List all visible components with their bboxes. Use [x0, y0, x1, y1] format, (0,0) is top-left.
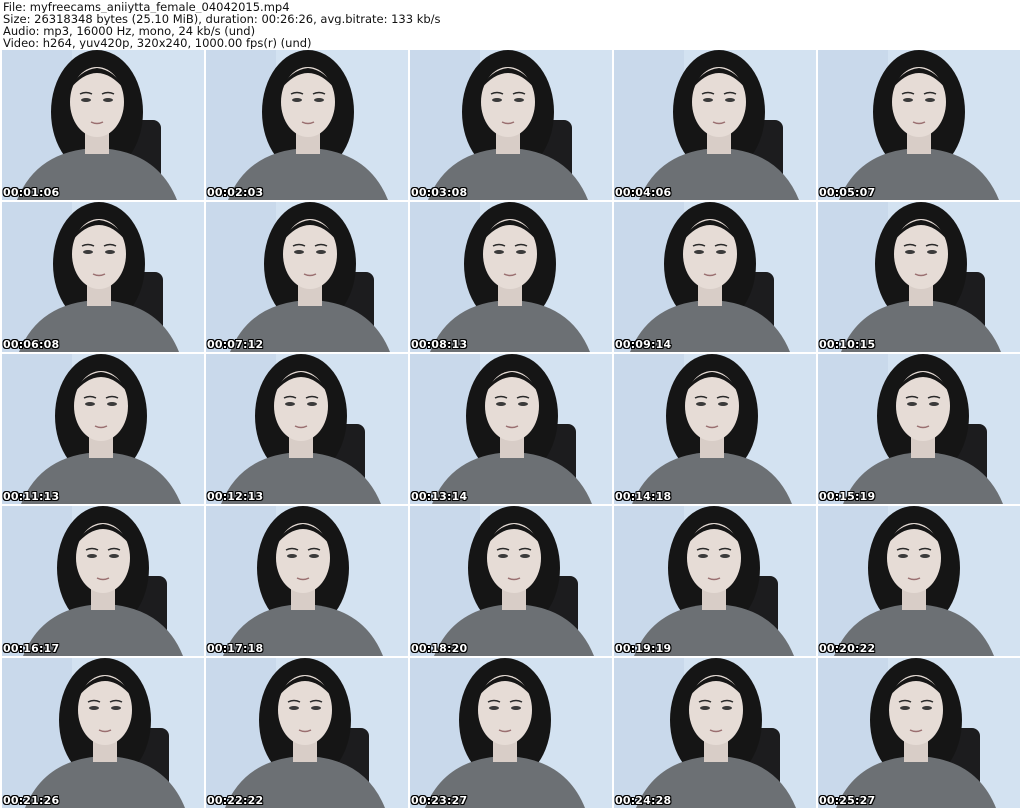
thumbnail-timestamp: 00:15:19: [819, 490, 876, 503]
webcam-frame-image: [410, 506, 612, 656]
webcam-frame-image: [2, 50, 204, 200]
thumbnail-timestamp: 00:05:07: [819, 186, 876, 199]
video-thumbnail: 00:25:27: [818, 658, 1020, 808]
webcam-frame-image: [818, 202, 1020, 352]
file-name-line: File: myfreecams_aniiytta_female_0404201…: [3, 1, 290, 13]
thumbnail-timestamp: 00:08:13: [411, 338, 468, 351]
video-thumbnail: 00:01:06: [2, 50, 204, 200]
thumbnail-timestamp: 00:09:14: [615, 338, 672, 351]
video-thumbnail: 00:18:20: [410, 506, 612, 656]
webcam-frame-image: [614, 202, 816, 352]
video-thumbnail: 00:24:28: [614, 658, 816, 808]
video-thumbnail: 00:11:13: [2, 354, 204, 504]
webcam-frame-image: [410, 354, 612, 504]
video-info-line: Video: h264, yuv420p, 320x240, 1000.00 f…: [3, 37, 312, 49]
thumbnail-timestamp: 00:25:27: [819, 794, 876, 807]
thumbnail-timestamp: 00:19:19: [615, 642, 672, 655]
webcam-frame-image: [206, 506, 408, 656]
thumbnail-timestamp: 00:02:03: [207, 186, 264, 199]
thumbnail-timestamp: 00:14:18: [615, 490, 672, 503]
webcam-frame-image: [206, 202, 408, 352]
webcam-frame-image: [818, 50, 1020, 200]
thumbnail-timestamp: 00:16:17: [3, 642, 60, 655]
thumbnail-timestamp: 00:12:13: [207, 490, 264, 503]
webcam-frame-image: [2, 658, 204, 808]
webcam-frame-image: [818, 658, 1020, 808]
thumbnail-timestamp: 00:10:15: [819, 338, 876, 351]
webcam-frame-image: [614, 658, 816, 808]
webcam-frame-image: [206, 658, 408, 808]
thumbnail-timestamp: 00:18:20: [411, 642, 468, 655]
video-thumbnail: 00:17:18: [206, 506, 408, 656]
video-thumbnail: 00:14:18: [614, 354, 816, 504]
video-thumbnail: 00:22:22: [206, 658, 408, 808]
video-info-header: File: myfreecams_aniiytta_female_0404201…: [3, 1, 1021, 49]
video-thumbnail: 00:12:13: [206, 354, 408, 504]
video-thumbnail: 00:09:14: [614, 202, 816, 352]
video-thumbnail: 00:05:07: [818, 50, 1020, 200]
webcam-frame-image: [818, 506, 1020, 656]
video-thumbnail: 00:10:15: [818, 202, 1020, 352]
thumbnail-timestamp: 00:11:13: [3, 490, 60, 503]
audio-info-line: Audio: mp3, 16000 Hz, mono, 24 kb/s (und…: [3, 25, 256, 37]
webcam-frame-image: [818, 354, 1020, 504]
video-thumbnail: 00:04:06: [614, 50, 816, 200]
file-size-line: Size: 26318348 bytes (25.10 MiB), durati…: [3, 13, 441, 25]
thumbnail-timestamp: 00:23:27: [411, 794, 468, 807]
video-thumbnail: 00:21:26: [2, 658, 204, 808]
thumbnail-timestamp: 00:07:12: [207, 338, 264, 351]
video-thumbnail: 00:20:22: [818, 506, 1020, 656]
thumbnail-timestamp: 00:20:22: [819, 642, 876, 655]
video-thumbnail: 00:16:17: [2, 506, 204, 656]
webcam-frame-image: [2, 506, 204, 656]
video-thumbnail: 00:02:03: [206, 50, 408, 200]
webcam-frame-image: [2, 202, 204, 352]
webcam-frame-image: [614, 354, 816, 504]
webcam-frame-image: [206, 50, 408, 200]
thumbnail-timestamp: 00:13:14: [411, 490, 468, 503]
thumbnail-timestamp: 00:24:28: [615, 794, 672, 807]
video-thumbnail: 00:15:19: [818, 354, 1020, 504]
thumbnail-timestamp: 00:22:22: [207, 794, 264, 807]
video-thumbnail: 00:23:27: [410, 658, 612, 808]
thumbnail-grid: 00:01:06 00:02:03 00:03:08 00:04:06 00:05:07…: [2, 50, 1022, 810]
webcam-frame-image: [614, 50, 816, 200]
video-thumbnail: 00:08:13: [410, 202, 612, 352]
video-thumbnail: 00:19:19: [614, 506, 816, 656]
thumbnail-timestamp: 00:01:06: [3, 186, 60, 199]
video-thumbnail: 00:06:08: [2, 202, 204, 352]
video-thumbnail: 00:07:12: [206, 202, 408, 352]
webcam-frame-image: [206, 354, 408, 504]
webcam-frame-image: [2, 354, 204, 504]
thumbnail-timestamp: 00:03:08: [411, 186, 468, 199]
webcam-frame-image: [410, 658, 612, 808]
webcam-frame-image: [614, 506, 816, 656]
webcam-frame-image: [410, 50, 612, 200]
thumbnail-timestamp: 00:17:18: [207, 642, 264, 655]
video-thumbnail: 00:03:08: [410, 50, 612, 200]
thumbnail-timestamp: 00:06:08: [3, 338, 60, 351]
video-thumbnail: 00:13:14: [410, 354, 612, 504]
webcam-frame-image: [410, 202, 612, 352]
thumbnail-timestamp: 00:04:06: [615, 186, 672, 199]
thumbnail-timestamp: 00:21:26: [3, 794, 60, 807]
